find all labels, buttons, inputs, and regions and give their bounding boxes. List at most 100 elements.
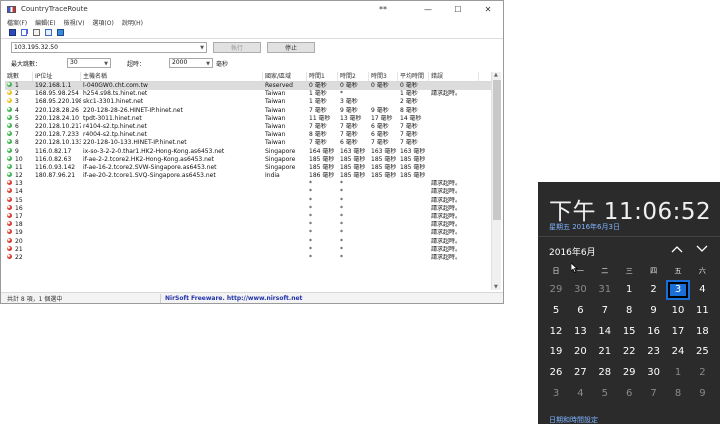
table-row[interactable]: 16 * * 請求超時。	[5, 204, 491, 213]
calendar-day[interactable]: 8	[617, 301, 641, 321]
column-time3[interactable]: 時間3	[369, 72, 398, 81]
vertical-scrollbar[interactable]: ▲ ▼	[491, 72, 501, 290]
calendar-day[interactable]: 16	[642, 322, 666, 342]
close-button[interactable]: ✕	[473, 1, 503, 17]
table-row[interactable]: 22 * * 請求超時。	[5, 253, 491, 262]
calendar-day[interactable]: 12	[544, 322, 568, 342]
calendar-day[interactable]: 8	[666, 384, 690, 404]
calendar-day[interactable]: 20	[568, 342, 592, 362]
calendar-day[interactable]: 24	[666, 342, 690, 362]
table-row[interactable]: 13 * * 請求超時。	[5, 180, 491, 188]
calendar-day[interactable]: 5	[593, 384, 617, 404]
table-row[interactable]: 4 220.128.28.26 220-128-28-26.HINET-IP.hin…	[5, 106, 491, 115]
save-icon[interactable]	[8, 29, 16, 37]
clock-date-link[interactable]: 星期五 2016年6月3日	[549, 222, 620, 232]
address-combobox[interactable]: 103.195.32.50 ▼	[11, 41, 207, 53]
calendar-day[interactable]: 17	[666, 322, 690, 342]
calendar-day[interactable]: 7	[593, 301, 617, 321]
calendar-day[interactable]: 19	[544, 342, 568, 362]
nirsoft-link[interactable]: NirSoft Freeware. http://www.nirsoft.net	[161, 295, 302, 302]
maximize-button[interactable]: ☐	[443, 1, 473, 17]
properties-icon[interactable]	[32, 29, 40, 37]
calendar-day[interactable]: 21	[593, 342, 617, 362]
column-error[interactable]: 錯誤	[429, 72, 479, 81]
table-row[interactable]: 19 * * 請求超時。	[5, 229, 491, 237]
menu-options[interactable]: 選項(O)	[92, 18, 113, 27]
calendar-day[interactable]: 31	[593, 280, 617, 300]
calendar-day[interactable]: 3	[544, 384, 568, 404]
calendar-day[interactable]: 15	[617, 322, 641, 342]
table-row[interactable]: 8 220.128.10.133 220-128-10-133.HINET-IP.h…	[5, 139, 491, 147]
column-hop[interactable]: 跳數	[5, 72, 33, 81]
menu-help[interactable]: 說明(H)	[122, 18, 143, 27]
menu-view[interactable]: 檢視(V)	[64, 18, 85, 27]
table-row[interactable]: 12 180.87.96.21 if-ae-20-2.tcore1.SVQ-Sing…	[5, 172, 491, 180]
calendar-day[interactable]: 9	[642, 301, 666, 321]
table-row[interactable]: 17 * * 請求超時。	[5, 213, 491, 221]
calendar-day[interactable]: 25	[690, 342, 714, 362]
table-row[interactable]: 20 * * 請求超時。	[5, 237, 491, 246]
scroll-down-icon[interactable]: ▼	[494, 284, 498, 290]
chevron-up-icon[interactable]	[670, 242, 684, 256]
menu-edit[interactable]: 編輯(E)	[35, 18, 55, 27]
table-row[interactable]: 6 220.128.10.217 r4104-s2.tp.hinet.net Taiw…	[5, 122, 491, 131]
calendar-day[interactable]: 1	[617, 280, 641, 300]
table-row[interactable]: 5 220.128.24.10 tpdt-3011.hinet.net Taiwan 1…	[5, 114, 491, 123]
calendar-day[interactable]: 2	[690, 363, 714, 383]
column-host[interactable]: 主機名稱	[81, 72, 263, 81]
table-row[interactable]: 21 * * 請求超時。	[5, 245, 491, 254]
column-time1[interactable]: 時間1	[307, 72, 338, 81]
column-avg[interactable]: 平均時間	[398, 72, 429, 81]
scroll-up-icon[interactable]: ▲	[494, 72, 498, 78]
title-bar[interactable]: CountryTraceRoute ** — ☐ ✕	[1, 1, 503, 17]
html-report-icon[interactable]	[44, 29, 52, 37]
column-time2[interactable]: 時間2	[338, 72, 369, 81]
calendar-day[interactable]: 6	[617, 384, 641, 404]
calendar-day[interactable]: 26	[544, 363, 568, 383]
calendar-day[interactable]: 6	[568, 301, 592, 321]
table-row[interactable]: 7 220.128.7.233 r4004-s2.tp.hinet.net Taiwa…	[5, 131, 491, 139]
table-row[interactable]: 1 192.168.1.1 l-040GW0.cht.com.tw Reserved 0…	[5, 82, 491, 91]
calendar-day[interactable]: 30	[642, 363, 666, 383]
table-row[interactable]: 9 116.0.82.17 ix-so-3-2-2-0.thar1.HK2-Hong…	[5, 147, 491, 156]
calendar-day[interactable]: 4	[690, 280, 714, 300]
chevron-down-icon[interactable]: ▼	[200, 44, 204, 53]
calendar-day[interactable]: 10	[666, 301, 690, 321]
calendar-month[interactable]: 2016年6月	[549, 245, 596, 258]
calendar-day[interactable]: 11	[690, 301, 714, 321]
max-hops-select[interactable]: 30 ▼	[67, 58, 111, 68]
calendar-day[interactable]: 28	[593, 363, 617, 383]
calendar-day[interactable]: 18	[690, 322, 714, 342]
run-button[interactable]: 執行	[213, 41, 261, 53]
table-row[interactable]: 2 168.95.98.254 h254.s98.ts.hinet.net Taiwa…	[5, 90, 491, 98]
calendar-day[interactable]: 2	[642, 280, 666, 300]
copy-icon[interactable]	[20, 29, 28, 37]
calendar-day[interactable]: 30	[568, 280, 592, 300]
scroll-thumb[interactable]	[493, 80, 501, 220]
calendar-day[interactable]: 13	[568, 322, 592, 342]
calendar-day[interactable]: 7	[642, 384, 666, 404]
column-ip[interactable]: IP位址	[33, 72, 81, 81]
column-country[interactable]: 國家/區域	[263, 72, 307, 81]
table-row[interactable]: 18 * * 請求超時。	[5, 221, 491, 229]
calendar-day[interactable]: 9	[690, 384, 714, 404]
calendar-day[interactable]: 4	[568, 384, 592, 404]
calendar-day[interactable]: 5	[544, 301, 568, 321]
stop-button[interactable]: 停止	[267, 41, 315, 53]
calendar-day[interactable]: 22	[617, 342, 641, 362]
table-row[interactable]: 3 168.95.220.198 skc1-3301.hinet.net Taiwan…	[5, 98, 491, 106]
calendar-day[interactable]: 14	[593, 322, 617, 342]
table-row[interactable]: 11 116.0.93.142 if-ae-16-2.tcore2.SVW-Sing…	[5, 163, 491, 172]
table-row[interactable]: 14 * * 請求超時。	[5, 188, 491, 196]
calendar-day[interactable]: 27	[568, 363, 592, 383]
chevron-down-icon[interactable]	[695, 242, 709, 256]
exit-icon[interactable]	[56, 29, 64, 37]
menu-file[interactable]: 檔案(F)	[7, 18, 27, 27]
calendar-day[interactable]: 29	[544, 280, 568, 300]
minimize-button[interactable]: —	[413, 1, 443, 17]
calendar-day[interactable]: 29	[617, 363, 641, 383]
timeout-select[interactable]: 2000 ▼	[169, 58, 213, 68]
calendar-day[interactable]: 23	[642, 342, 666, 362]
calendar-day-today[interactable]: 3	[666, 280, 690, 300]
date-time-settings-link[interactable]: 日期和時間設定	[549, 415, 598, 424]
